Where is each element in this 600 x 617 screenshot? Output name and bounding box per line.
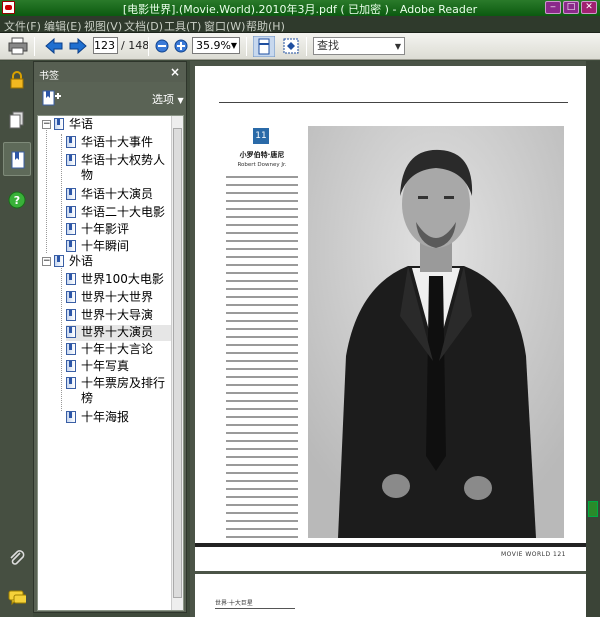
bookmark-item[interactable]: 十年十大言论 [66,342,174,358]
zoom-out-icon[interactable] [155,39,169,53]
options-menu[interactable]: 选项 ▼ [152,91,184,107]
zoom-value: 35.9% [196,39,231,52]
bookmark-scrollbar-thumb[interactable] [173,128,182,598]
bookmark-page-icon [54,255,64,267]
help-icon[interactable]: ? [8,191,26,209]
menu-help[interactable]: 帮助(H) [246,18,285,34]
navigation-pane-buttons: ? [0,61,33,617]
expand-toggle-huayu[interactable]: − [42,120,51,129]
bookmark-page-icon [66,206,76,218]
page-number-input[interactable]: 123 [93,37,118,54]
maximize-button[interactable]: □ [563,1,579,14]
bookmark-item[interactable]: 华语十大权势人物 [66,153,174,185]
bookmark-icon [11,151,25,169]
next-page-heading: 世界·十大巨星 [215,600,253,607]
actor-photo [308,126,564,538]
bookmark-page-icon [66,411,76,423]
lock-icon[interactable] [8,71,26,89]
document-view[interactable]: 11 小罗伯特·唐尼 Robert Downey Jr. MOVIE WORLD… [190,61,586,617]
bookmark-page-icon [66,188,76,200]
bookmark-page-icon [66,291,76,303]
chevron-down-icon: ▼ [177,96,184,105]
bookmark-item[interactable]: 十年影评 [66,222,174,238]
new-bookmark-icon[interactable] [42,90,62,106]
attachment-icon[interactable] [8,549,26,567]
article-subheading: Robert Downey Jr. [237,162,287,168]
bookmark-item[interactable]: 华语十大事件 [66,135,174,151]
window-title: [电影世界].(Movie.World).2010年3月.pdf ( 已加密 )… [122,3,478,16]
bookmark-scrollbar[interactable] [171,116,183,610]
bookmark-item[interactable]: 十年票房及排行榜 [66,376,174,408]
comments-icon[interactable] [8,589,26,607]
bookmark-page-icon [66,309,76,321]
toolbar: 123 / 148 35.9% ▼ 查找 ▼ [0,33,600,60]
menu-window[interactable]: 窗口(W) [204,18,245,34]
bookmark-page-icon [66,154,76,166]
find-input[interactable]: 查找 ▼ [313,37,405,55]
article-body [224,176,300,538]
bookmarks-title: 书签 [39,71,59,82]
article-heading: 小罗伯特·唐尼 [239,151,285,159]
bookmark-item[interactable]: 世界十大世界 [66,290,174,306]
close-button[interactable]: ✕ [581,1,597,14]
chevron-down-icon: ▼ [394,42,401,51]
next-page-icon[interactable] [69,38,87,54]
expand-toggle-waiyu[interactable]: − [42,257,51,266]
bookmark-item-selected[interactable]: 世界十大演员 [66,325,174,341]
chevron-down-icon: ▼ [230,41,237,50]
bookmark-item[interactable]: 世界十大导演 [66,308,174,324]
document-scrollbar[interactable] [586,61,600,617]
bookmarks-toolbar: 选项 ▼ [34,82,186,112]
bookmarks-panel: 书签 × 选项 ▼ − 华语 华语十大事件 华语十大权势人物 华语十大演员 华语… [33,61,187,613]
article-text-column: 小罗伯特·唐尼 Robert Downey Jr. [224,126,300,538]
previous-page-icon[interactable] [45,38,63,54]
options-label: 选项 [152,93,174,106]
zoom-select[interactable]: 35.9% ▼ [192,37,240,54]
bookmark-page-icon [66,240,76,252]
bookmark-page-icon [66,377,76,389]
fit-page-icon[interactable] [253,36,275,57]
bookmark-waiyu[interactable]: 外语 [54,254,164,270]
bookmark-item[interactable]: 十年瞬间 [66,239,174,255]
bookmark-item[interactable]: 华语十大演员 [66,187,174,203]
bookmark-page-icon [66,326,76,338]
menu-tools[interactable]: 工具(T) [164,18,201,34]
bookmark-page-icon [66,343,76,355]
bookmark-page-icon [66,273,76,285]
bookmark-page-icon [66,223,76,235]
page-footer: MOVIE WORLD 121 [500,551,566,558]
pdf-page: 11 小罗伯特·唐尼 Robert Downey Jr. MOVIE WORLD… [195,66,586,571]
menu-edit[interactable]: 编辑(E) [44,18,82,34]
bookmark-item[interactable]: 十年海报 [66,410,174,426]
bookmark-item[interactable]: 华语二十大电影 [66,205,174,221]
document-scrollbar-thumb[interactable] [588,501,598,517]
pdf-page-next: 世界·十大巨星 [195,574,586,617]
pages-icon[interactable] [8,111,26,129]
page-total: / 148 [121,39,150,52]
menu-bar: 文件(F) 编辑(E) 视图(V) 文档(D) 工具(T) 窗口(W) 帮助(H… [0,16,600,33]
close-icon[interactable]: × [170,65,180,79]
bookmark-tree: − 华语 华语十大事件 华语十大权势人物 华语十大演员 华语二十大电影 十年影评… [37,115,184,611]
menu-file[interactable]: 文件(F) [4,18,41,34]
bookmark-huayu[interactable]: 华语 [54,117,164,133]
zoom-in-icon[interactable] [174,39,188,53]
bookmark-page-icon [54,118,64,130]
title-bar: [电影世界].(Movie.World).2010年3月.pdf ( 已加密 )… [0,0,600,16]
bookmark-page-icon [66,136,76,148]
bookmarks-header: 书签 × [34,62,186,82]
find-placeholder: 查找 [317,39,339,52]
menu-view[interactable]: 视图(V) [84,18,122,34]
fit-width-icon[interactable] [282,37,300,55]
bookmark-page-icon [66,360,76,372]
menu-document[interactable]: 文档(D) [124,18,163,34]
print-icon[interactable] [8,37,28,55]
bookmark-item[interactable]: 十年写真 [66,359,174,375]
page-footer-rule [195,543,586,547]
bookmark-item[interactable]: 世界100大电影 [66,272,174,288]
bookmarks-tab[interactable] [3,142,31,176]
minimize-button[interactable]: ‒ [545,1,561,14]
svg-text:?: ? [14,194,20,207]
